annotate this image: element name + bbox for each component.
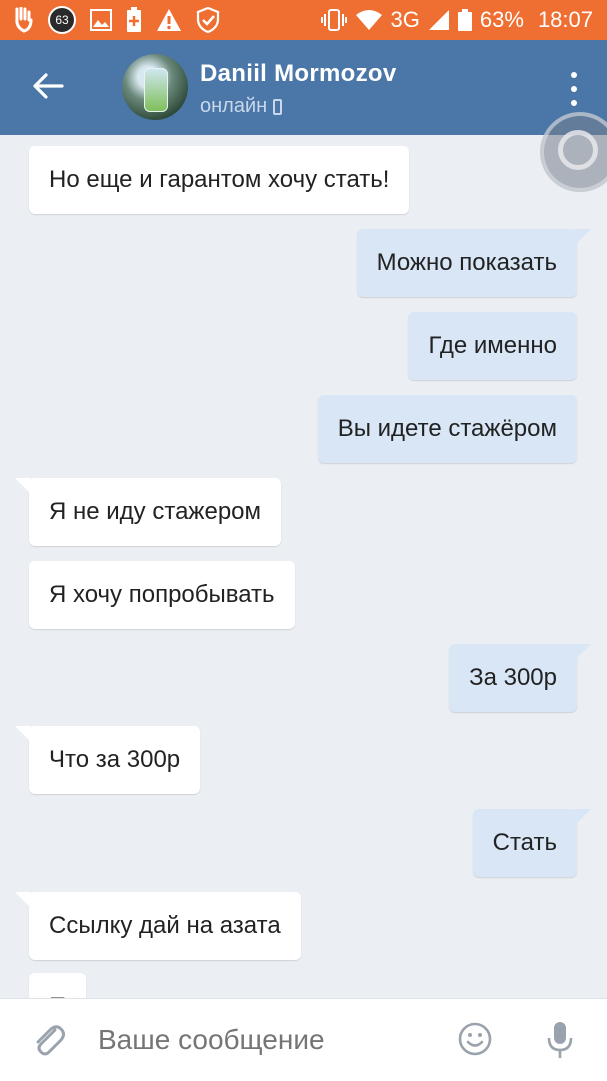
warning-icon [157,9,181,31]
contact-name[interactable]: Daniil Mormozov [200,60,397,88]
vibrate-icon [320,9,347,31]
microphone-icon[interactable] [546,1021,574,1059]
avatar[interactable] [122,54,188,120]
more-options-icon[interactable] [569,72,579,106]
message-bubble-incoming[interactable]: Но еще и гарантом хочу стать! [29,146,410,214]
shield-check-icon [196,7,220,33]
signal-icon [428,10,449,30]
mobile-icon [273,98,283,115]
message-composer [0,998,607,1081]
image-icon [90,9,112,31]
battery-icon [457,9,472,31]
message-bubble-incoming[interactable]: Я хочу попробывать [29,561,295,629]
message-bubble-incoming[interactable]: Что за 300р [14,726,201,794]
message-bubble-outgoing[interactable]: За 300р [449,644,591,712]
message-bubble-outgoing[interactable]: Вы идете стажёром [317,395,577,463]
chat-header: Daniil Mormozov онлайн [0,40,607,135]
message-bubble-incoming[interactable]: Я не иду стажером [14,478,282,546]
back-arrow-icon[interactable] [28,66,68,106]
battery-percent: 63% [479,7,524,32]
notification-badge-icon: 63 [48,6,76,34]
attach-icon[interactable] [30,1021,68,1059]
wifi-icon [355,10,382,30]
message-bubble-outgoing[interactable]: Где именно [408,312,577,380]
message-bubble-incoming[interactable]: Ссылку дай на азата [15,892,301,960]
status-bar: 63 3G 63% 18:07 [0,0,607,40]
message-list[interactable]: Но еще и гарантом хочу стать! Можно пока… [0,135,607,1000]
emoji-icon[interactable] [458,1022,492,1056]
message-bubble-outgoing[interactable]: Можно показать [356,229,592,297]
clock: 18:07 [537,7,593,32]
online-status: онлайн [200,95,283,118]
battery-plus-icon [127,7,141,32]
network-type: 3G [390,7,420,32]
online-status-label: онлайн [200,95,268,117]
message-input[interactable] [96,1023,440,1057]
message-bubble-incoming[interactable]: П [29,973,87,1000]
hand-icon [15,7,33,33]
message-bubble-outgoing[interactable]: Стать [472,809,592,877]
